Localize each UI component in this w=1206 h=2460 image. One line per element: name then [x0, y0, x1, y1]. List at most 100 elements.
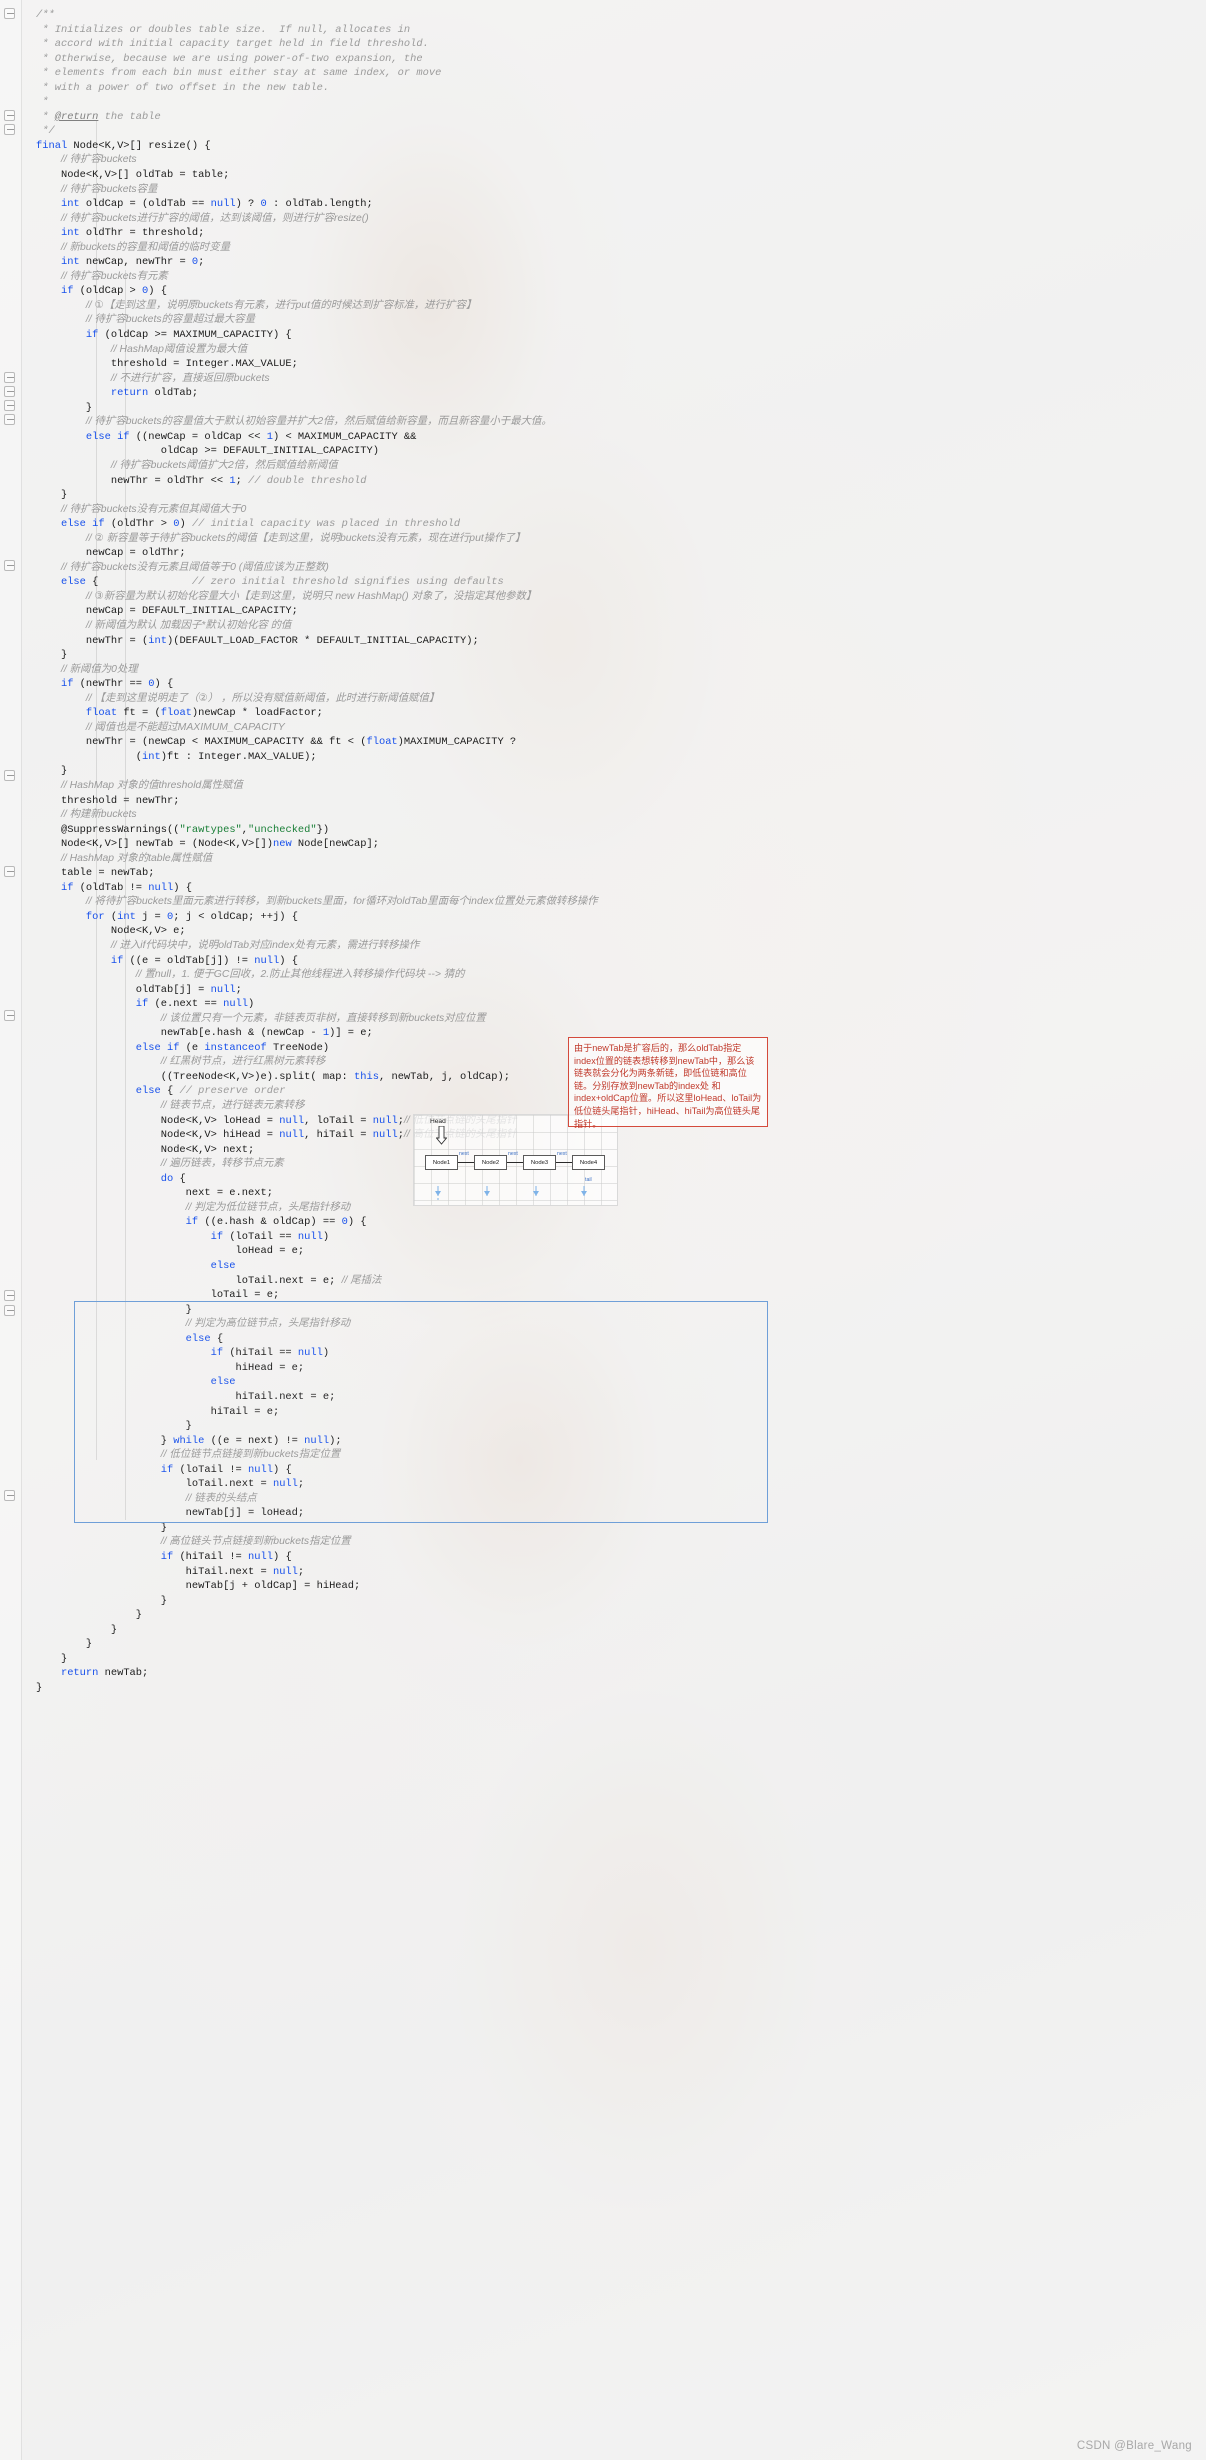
code-token: loTail.next = e;: [235, 1274, 342, 1287]
code-token: , newTab, j, oldCap);: [378, 1070, 510, 1083]
editor-gutter[interactable]: [0, 0, 22, 2460]
diagram-next-label: next: [508, 1151, 518, 1157]
code-token: }: [60, 489, 68, 502]
code-line: hiTail.next = e;: [22, 1390, 1206, 1405]
code-token: int: [117, 910, 136, 923]
code-token: (loTail ==: [223, 1230, 298, 1243]
code-token: hiTail = e;: [210, 1405, 280, 1418]
code-token: instanceof: [204, 1041, 267, 1054]
code-token: // HashMap 对象的table属性赋值: [60, 852, 213, 864]
code-fold-marker[interactable]: [4, 110, 15, 121]
code-line: // 置null，1. 便于GC回收，2.防止其他线程进入转移操作代码块 -->…: [22, 968, 1206, 983]
code-token: // 新阈值为默认 加载因子*默认初始化容 的值: [85, 619, 292, 631]
code-token: * Otherwise, because we are using power-…: [36, 52, 423, 65]
code-line: // 待扩容buckets没有元素且阈值等于0 (阈值应该为正整数): [22, 561, 1206, 576]
code-token: {: [210, 1332, 224, 1345]
code-token: * accord with initial capacity target he…: [36, 38, 429, 51]
code-token: TreeNode): [266, 1041, 330, 1054]
code-token: }: [60, 1652, 68, 1665]
code-token: }: [85, 1638, 93, 1651]
code-line: // 构建新buckets: [22, 808, 1206, 823]
code-token: else if: [135, 1041, 180, 1054]
code-token: // 置null，1. 便于GC回收，2.防止其他线程进入转移操作代码块 -->…: [135, 969, 465, 981]
code-fold-marker[interactable]: [4, 1490, 15, 1501]
code-token: Node<K,V> loHead =: [160, 1114, 280, 1127]
code-token: Node<K,V>[] oldTab = table;: [60, 169, 230, 182]
code-fold-marker[interactable]: [4, 8, 15, 19]
code-token: }: [60, 649, 68, 662]
code-fold-marker[interactable]: [4, 386, 15, 397]
code-line: if ((e.hash & oldCap) == 0) {: [22, 1215, 1206, 1230]
code-token: else: [185, 1332, 211, 1345]
code-token: // zero initial threshold signifies usin…: [191, 576, 504, 589]
code-token: null: [254, 954, 280, 967]
code-line: newThr = (newCap < MAXIMUM_CAPACITY && f…: [22, 735, 1206, 750]
code-token: (hiTail !=: [173, 1550, 249, 1563]
code-token: while: [173, 1434, 205, 1447]
code-token: // 遍历链表，转移节点元素: [160, 1158, 284, 1170]
code-line: newTab[j] = loHead;: [22, 1506, 1206, 1521]
code-line: else { // zero initial threshold signifi…: [22, 575, 1206, 590]
code-token: null: [372, 1129, 398, 1142]
code-token: final: [36, 139, 68, 152]
code-line: newCap = oldThr;: [22, 546, 1206, 561]
diagram-next-label: next: [557, 1151, 567, 1157]
code-line: if (loTail != null) {: [22, 1463, 1206, 1478]
code-token: ;: [198, 256, 205, 269]
code-token: // double threshold: [248, 474, 367, 487]
code-fold-marker[interactable]: [4, 1305, 15, 1316]
code-token: // initial capacity was placed in thresh…: [191, 518, 461, 531]
code-fold-marker[interactable]: [4, 1290, 15, 1301]
code-token: new: [272, 838, 292, 851]
code-token: null: [148, 881, 174, 894]
code-token: // 待扩容buckets进行扩容的阈值，达到该阈值，则进行扩容resize(): [60, 212, 369, 224]
code-line: }: [22, 1303, 1206, 1318]
code-token: newThr = (: [85, 634, 149, 647]
code-token: // preserve order: [179, 1085, 286, 1098]
code-line: int oldThr = threshold;: [22, 226, 1206, 241]
code-token: if: [135, 998, 149, 1011]
code-line: threshold = Integer.MAX_VALUE;: [22, 357, 1206, 372]
code-token: , loTail =: [304, 1114, 373, 1127]
code-token: )newCap * loadFactor;: [191, 707, 323, 720]
code-token: // 待扩容buckets没有元素且阈值等于0 (阈值应该为正整数): [60, 561, 329, 573]
code-token: Node<K,V> e;: [110, 925, 186, 938]
code-line: // 该位置只有一个元素，非链表页非树，直接转移到新buckets对应位置: [22, 1012, 1206, 1027]
code-fold-marker[interactable]: [4, 414, 15, 425]
code-token: hiTail.next =: [185, 1565, 273, 1578]
code-token: null: [272, 1565, 298, 1578]
code-line: final Node<K,V>[] resize() {: [22, 139, 1206, 154]
code-line: table = newTab;: [22, 866, 1206, 881]
code-editor-content[interactable]: /** * Initializes or doubles table size.…: [22, 0, 1206, 1695]
code-token: {: [160, 1085, 180, 1098]
code-fold-marker[interactable]: [4, 1010, 15, 1021]
code-fold-marker[interactable]: [4, 400, 15, 411]
code-token: threshold = Integer.MAX_VALUE;: [110, 358, 298, 371]
code-fold-marker[interactable]: [4, 372, 15, 383]
code-token: @SuppressWarnings((: [60, 823, 180, 836]
code-line: else {: [22, 1332, 1206, 1347]
code-token: "unchecked": [248, 823, 317, 836]
code-fold-marker[interactable]: [4, 866, 15, 877]
code-token: */: [36, 125, 55, 138]
code-line: loTail.next = null;: [22, 1477, 1206, 1492]
code-line: }: [22, 1652, 1206, 1667]
code-token: if: [160, 1463, 174, 1476]
code-fold-marker[interactable]: [4, 560, 15, 571]
code-token: null: [279, 1114, 305, 1127]
code-token: newThr = (newCap < MAXIMUM_CAPACITY && f…: [85, 736, 367, 749]
code-line: } while ((e = next) != null);: [22, 1434, 1206, 1449]
code-token: // 链表的头结点: [185, 1492, 257, 1504]
code-token: * with a power of two offset in the new …: [36, 81, 330, 94]
code-fold-marker[interactable]: [4, 124, 15, 135]
diagram-next-label: next: [459, 1151, 469, 1157]
code-token: // 判定为高位链节点，头尾指针移动: [185, 1318, 351, 1330]
code-token: ) {: [272, 1550, 292, 1563]
code-line: // 高位链头节点链接到新buckets指定位置: [22, 1535, 1206, 1550]
code-token: oldCap = (oldTab ==: [79, 198, 211, 211]
code-fold-marker[interactable]: [4, 770, 15, 781]
code-token: );: [329, 1434, 342, 1447]
code-token: newTab;: [98, 1667, 149, 1680]
code-token: return: [60, 1667, 99, 1680]
code-line: // 新buckets的容量和阈值的临时变量: [22, 241, 1206, 256]
